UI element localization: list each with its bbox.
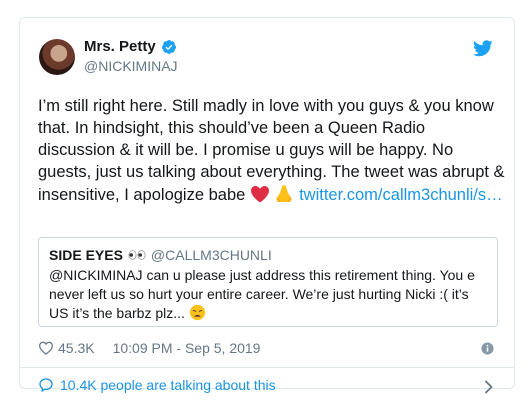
tweet-timestamp[interactable]: 10:09 PM - Sep 5, 2019 (113, 340, 261, 356)
info-icon[interactable] (481, 342, 494, 355)
quoted-tweet[interactable]: SIDE EYES @CALLM3CHUNLI @NICKIMINAJ can … (38, 237, 498, 327)
talking-about-link[interactable]: 10.4K people are talking about this (38, 377, 276, 393)
author-display-name[interactable]: Mrs. Petty (84, 38, 156, 55)
talking-about-text[interactable]: 10.4K people are talking about this (60, 377, 276, 393)
twitter-bird-icon[interactable] (473, 40, 493, 57)
like-count[interactable]: 45.3K (58, 340, 95, 356)
heart-outline-icon[interactable] (38, 341, 54, 355)
red-heart-emoji-icon (250, 186, 269, 203)
weary-face-emoji-icon (189, 304, 205, 321)
divider (20, 367, 514, 368)
chevron-right-icon[interactable] (484, 380, 494, 394)
author-handle[interactable]: @NICKIMINAJ (84, 58, 178, 74)
tweet-meta: 45.3K 10:09 PM - Sep 5, 2019 (38, 340, 260, 356)
verified-badge-icon (161, 39, 176, 54)
eyes-emoji-icon (128, 250, 146, 260)
quoted-author-handle: @CALLM3CHUNLI (150, 247, 272, 263)
avatar[interactable] (39, 39, 75, 75)
tweet-link[interactable]: twitter.com/callm3chunli/s… (299, 186, 503, 204)
quoted-tweet-text: @NICKIMINAJ can u please just address th… (49, 267, 475, 321)
folded-hands-emoji-icon (276, 185, 292, 202)
quoted-tweet-header: SIDE EYES @CALLM3CHUNLI (49, 247, 272, 263)
author-name-row[interactable]: Mrs. Petty (84, 38, 177, 55)
speech-bubble-icon (39, 378, 53, 393)
quoted-author-name: SIDE EYES (49, 247, 123, 263)
quoted-tweet-body: @NICKIMINAJ can u please just address th… (49, 266, 489, 323)
tweet-card[interactable]: Mrs. Petty @NICKIMINAJ I’m still right h… (19, 17, 515, 394)
tweet-body: I’m still right here. Still madly in lov… (38, 95, 506, 206)
